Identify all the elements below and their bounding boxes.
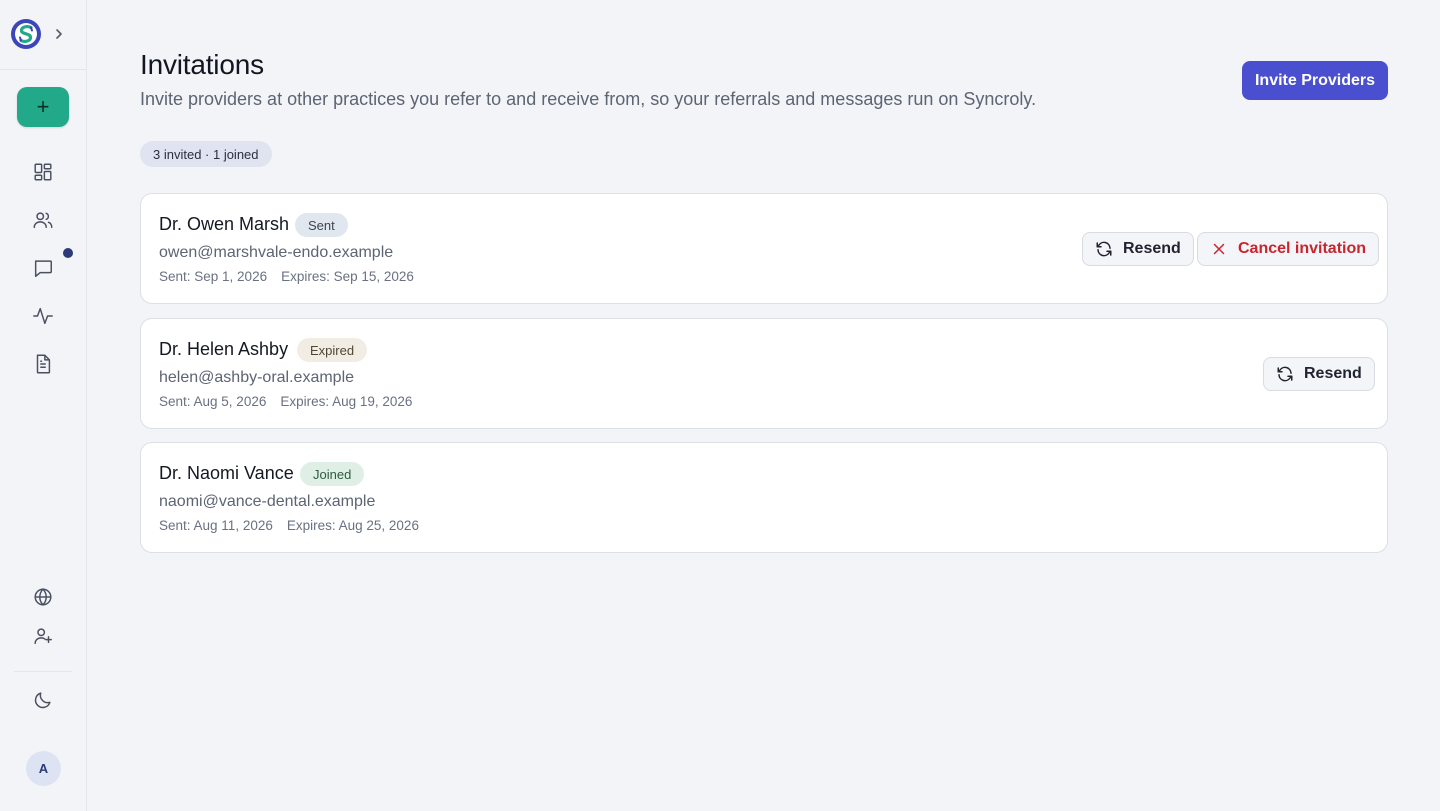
resend-label: Resend — [1123, 240, 1181, 257]
invitation-card: Dr. Owen Marsh Sent owen@marshvale-endo.… — [140, 193, 1388, 304]
moon-icon[interactable] — [31, 688, 55, 712]
page-title: Invitations — [140, 49, 264, 80]
syncroly-logo-icon[interactable] — [10, 18, 42, 50]
chevron-right-icon[interactable] — [52, 26, 66, 42]
cancel-invitation-label: Cancel invitation — [1238, 240, 1367, 257]
sidebar-divider — [14, 671, 72, 672]
users-icon[interactable] — [31, 208, 55, 232]
plus-icon: + — [36, 94, 50, 119]
expires-date: Expires: Aug 25, 2026 — [286, 518, 419, 533]
avatar[interactable]: A — [26, 751, 61, 786]
invitation-dates: Sent: Sep 1, 2026 Expires: Sep 15, 2026 — [159, 269, 414, 284]
invitation-card: Dr. Helen Ashby Expired helen@ashby-oral… — [140, 318, 1388, 429]
resend-button[interactable]: Resend — [1263, 357, 1375, 391]
unread-indicator — [63, 248, 73, 258]
invitation-dates: Sent: Aug 11, 2026 Expires: Aug 25, 2026 — [159, 518, 419, 533]
invitation-card: Dr. Naomi Vance Joined naomi@vance-denta… — [140, 442, 1388, 553]
resend-button[interactable]: Resend — [1082, 232, 1194, 266]
page-subtitle: Invite providers at other practices you … — [140, 89, 1037, 109]
sent-date: Sent: Aug 11, 2026 — [159, 518, 273, 533]
messages-icon[interactable] — [31, 256, 55, 280]
invitation-dates: Sent: Aug 5, 2026 Expires: Aug 19, 2026 — [159, 394, 412, 409]
sent-date: Sent: Sep 1, 2026 — [159, 269, 268, 284]
refresh-icon — [1096, 241, 1112, 257]
status-badge: Joined — [300, 462, 365, 486]
provider-email: owen@marshvale-endo.example — [159, 244, 394, 261]
document-icon[interactable] — [31, 352, 55, 376]
expires-date: Expires: Sep 15, 2026 — [281, 269, 414, 284]
expires-date: Expires: Aug 19, 2026 — [280, 394, 413, 409]
invitation-summary-badge: 3 invited · 1 joined — [140, 141, 272, 167]
dashboard-icon[interactable] — [31, 160, 55, 184]
activity-icon[interactable] — [31, 304, 55, 328]
close-icon — [1213, 243, 1225, 255]
cancel-invitation-button[interactable]: Cancel invitation — [1197, 232, 1380, 266]
sidebar-divider — [0, 69, 86, 70]
resend-label: Resend — [1304, 365, 1362, 382]
status-badge: Expired — [297, 338, 368, 362]
status-badge: Sent — [295, 213, 348, 237]
provider-name: Dr. Naomi Vance — [159, 463, 294, 483]
refresh-icon — [1277, 366, 1293, 382]
provider-name: Dr. Helen Ashby — [159, 339, 289, 359]
provider-name: Dr. Owen Marsh — [159, 214, 290, 234]
sidebar: + A — [0, 0, 87, 811]
provider-email: helen@ashby-oral.example — [159, 369, 355, 386]
globe-icon[interactable] — [31, 585, 55, 609]
new-item-button[interactable]: + — [17, 87, 69, 127]
user-plus-icon[interactable] — [31, 624, 55, 648]
sent-date: Sent: Aug 5, 2026 — [159, 394, 267, 409]
invite-providers-button[interactable]: Invite Providers — [1242, 61, 1388, 100]
provider-email: naomi@vance-dental.example — [159, 493, 376, 510]
